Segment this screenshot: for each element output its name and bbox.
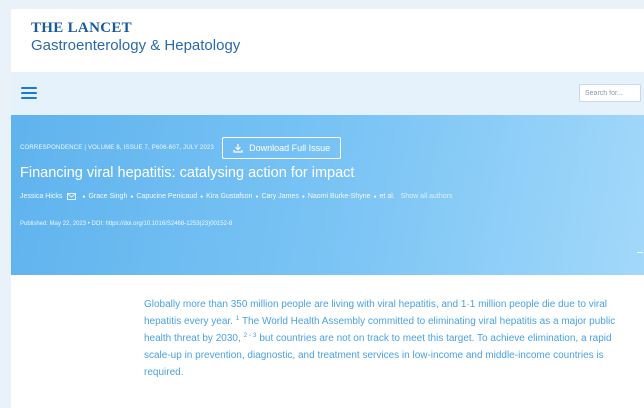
show-all-authors-link[interactable]: Show all authors bbox=[401, 193, 453, 200]
journal-brand-sub: Gastroenterology & Hepatology bbox=[31, 37, 241, 54]
published-doi: Published: May 22, 2023 • DOI: https://d… bbox=[20, 221, 233, 227]
author-et-al: et al. bbox=[379, 193, 395, 200]
author-name[interactable]: Grace Singh bbox=[88, 193, 127, 200]
author-list: Jessica Hicks ● Grace Singh ● Capucine P… bbox=[20, 193, 452, 200]
author-separator: ● bbox=[82, 193, 86, 200]
author-name[interactable]: Cary James bbox=[261, 193, 298, 200]
article-meta: CORRESPONDENCE | VOLUME 8, ISSUE 7, P606… bbox=[20, 145, 215, 151]
author-separator: ● bbox=[130, 193, 134, 200]
download-icon bbox=[233, 144, 243, 153]
edge-mark bbox=[637, 252, 643, 253]
author-name[interactable]: Kira Gustafson bbox=[206, 193, 252, 200]
author-name[interactable]: Capucine Penicaud bbox=[136, 193, 197, 200]
journal-brand-top: THE LANCET bbox=[31, 20, 132, 36]
article-title: Financing viral hepatitis: catalysing ac… bbox=[20, 165, 355, 181]
reference-link[interactable]: 1 bbox=[236, 315, 240, 322]
page-frame: THE LANCET Gastroenterology & Hepatology… bbox=[11, 9, 644, 408]
author-name[interactable]: Jessica Hicks bbox=[20, 193, 62, 200]
download-label: Download Full Issue bbox=[249, 143, 331, 153]
download-full-issue-button[interactable]: Download Full Issue bbox=[222, 137, 342, 159]
journal-logo[interactable]: THE LANCET Gastroenterology & Hepatology bbox=[31, 20, 240, 55]
mail-icon[interactable] bbox=[67, 193, 77, 200]
author-separator: ● bbox=[255, 193, 259, 200]
hamburger-menu-icon[interactable] bbox=[21, 87, 37, 99]
article-body: Globally more than 350 million people ar… bbox=[144, 296, 624, 381]
navigation-bar bbox=[11, 72, 644, 115]
author-separator: ● bbox=[301, 193, 305, 200]
author-name[interactable]: Naomi Burke-Shyne bbox=[308, 193, 371, 200]
search-input[interactable] bbox=[579, 84, 641, 102]
article-meta-row: CORRESPONDENCE | VOLUME 8, ISSUE 7, P606… bbox=[20, 137, 342, 159]
article-header: CORRESPONDENCE | VOLUME 8, ISSUE 7, P606… bbox=[11, 115, 644, 275]
author-separator: ● bbox=[373, 193, 377, 200]
reference-link[interactable]: 2 - 3 bbox=[244, 332, 257, 339]
author-separator: ● bbox=[200, 193, 204, 200]
